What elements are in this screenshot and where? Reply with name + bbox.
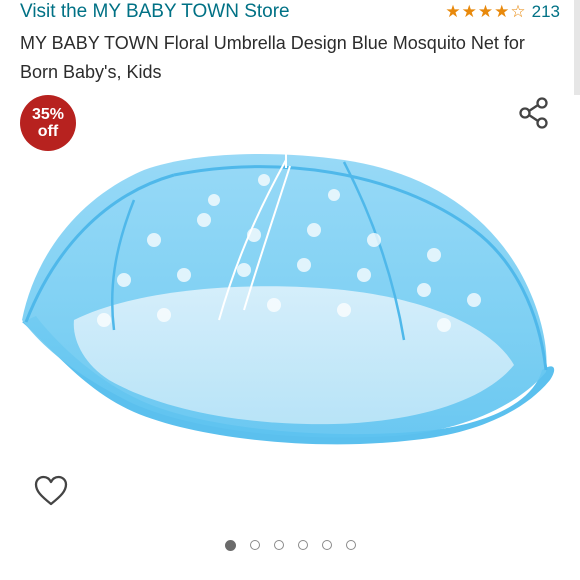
share-button[interactable]	[516, 96, 552, 130]
store-link[interactable]: Visit the MY BABY TOWN Store	[20, 1, 290, 23]
star-empty-icon: ☆	[510, 2, 526, 21]
star-filled-icon: ★	[461, 2, 477, 21]
carousel-dot[interactable]	[273, 540, 284, 550]
carousel-dot[interactable]	[297, 540, 308, 550]
rating[interactable]: ★ ★ ★ ★ ☆ 213	[445, 2, 560, 22]
rating-count[interactable]: 213	[532, 2, 560, 22]
rating-stars: ★ ★ ★ ★ ☆	[445, 2, 525, 22]
scroll-edge	[574, 0, 580, 95]
carousel-dot[interactable]	[249, 540, 260, 550]
carousel-dot[interactable]	[321, 540, 332, 550]
share-icon	[519, 97, 548, 129]
mosquito-net-image	[22, 140, 555, 445]
heart-outline-icon	[34, 475, 68, 506]
product-image[interactable]	[14, 140, 566, 470]
discount-label: off	[37, 123, 59, 140]
star-filled-icon: ★	[477, 2, 494, 21]
star-filled-icon: ★	[445, 2, 461, 21]
discount-percent: 35%	[31, 106, 65, 123]
carousel-dot[interactable]	[345, 540, 356, 550]
product-title: MY BABY TOWN Floral Umbrella Design Blue…	[20, 33, 525, 82]
carousel-indicators	[0, 540, 580, 551]
star-filled-icon: ★	[494, 2, 510, 21]
wishlist-button[interactable]	[33, 474, 69, 508]
carousel-dot[interactable]	[224, 540, 236, 551]
